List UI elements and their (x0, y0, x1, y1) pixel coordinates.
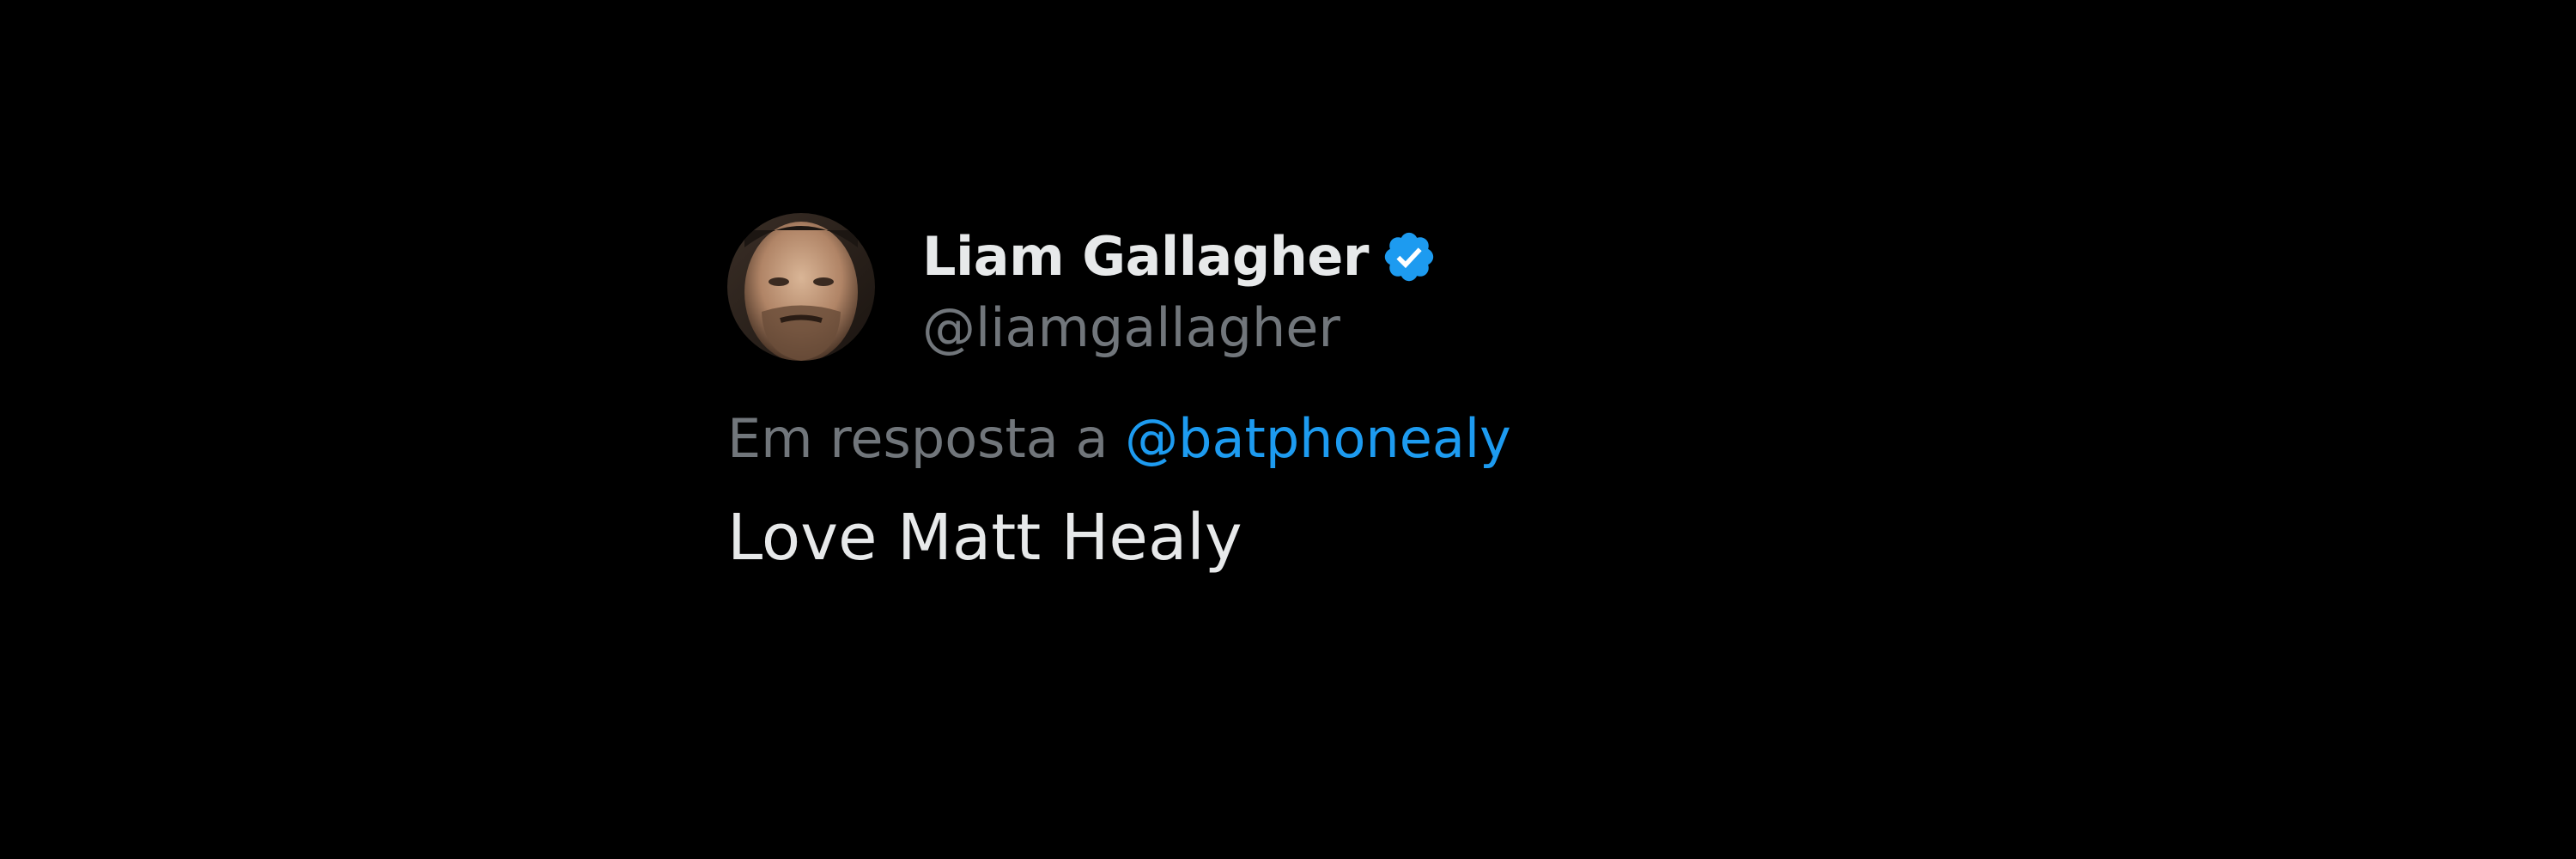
tweet-text: Love Matt Healy (727, 501, 1242, 575)
avatar[interactable] (727, 213, 875, 361)
avatar-image (727, 213, 875, 361)
display-name[interactable]: Liam Gallagher (922, 225, 1370, 288)
author-identity: Liam Gallagher @liamgallagher (922, 216, 1437, 359)
reply-target-link[interactable]: @batphonealy (1125, 407, 1511, 470)
name-row: Liam Gallagher (922, 216, 1437, 298)
reply-context: Em resposta a @batphonealy (727, 407, 1844, 470)
handle[interactable]: @liamgallagher (922, 296, 1437, 359)
tweet-card: Liam Gallagher @liamgallagher Em respost… (727, 213, 1844, 575)
verified-badge-icon (1381, 228, 1437, 285)
tweet-header: Liam Gallagher @liamgallagher (727, 213, 1844, 361)
reply-prefix: Em resposta a (727, 407, 1109, 470)
